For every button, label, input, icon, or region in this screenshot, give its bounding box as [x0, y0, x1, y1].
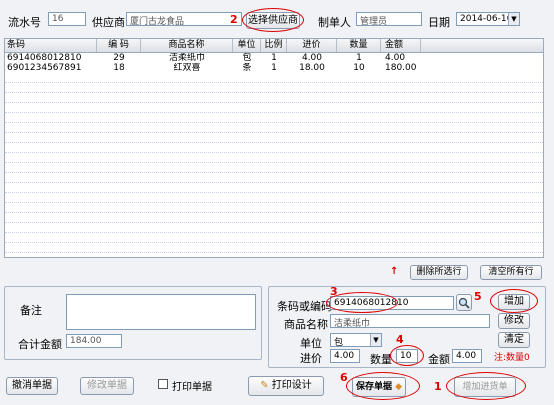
cell-price: 4.00: [301, 53, 323, 63]
clear-item-button[interactable]: 清定: [498, 332, 530, 348]
annotation-ring-1: [446, 372, 526, 400]
empty-row: [5, 103, 543, 113]
empty-row: [5, 153, 543, 163]
empty-row: [5, 173, 543, 183]
barcode-label: 条码或编码: [277, 300, 332, 313]
annotation-ring-5: [490, 289, 538, 313]
cell-ratio: 1: [271, 63, 277, 73]
cell-name: 洁柔纸巾: [168, 53, 205, 63]
remark-textarea[interactable]: [66, 294, 256, 330]
cell-ratio: 1: [271, 53, 277, 63]
empty-row: [5, 123, 543, 133]
annotation-5: 5: [474, 290, 482, 303]
maker-label: 制单人: [318, 16, 351, 29]
empty-rows: [5, 73, 543, 253]
empty-row: [5, 83, 543, 93]
empty-row: [5, 113, 543, 123]
print-document-label: 打印单据: [172, 382, 212, 393]
cell-name: 红双喜: [173, 63, 201, 73]
cell-code: 18: [113, 63, 125, 73]
cell-qty: 10: [353, 63, 365, 73]
purchase-items-grid[interactable]: 条码 编 码 商品名称 单位 比例 进价 数量 金额 6914068012810…: [4, 38, 544, 258]
annotation-2: 2: [230, 13, 238, 26]
supplier-field[interactable]: 厦门古龙食品: [126, 12, 242, 26]
price-label: 进价: [300, 352, 322, 365]
remark-label: 备注: [20, 304, 42, 317]
unit-select[interactable]: 包 ▼: [330, 333, 382, 347]
amount-label: 金额: [428, 353, 450, 366]
empty-row: [5, 93, 543, 103]
col-header-amount[interactable]: 金额: [381, 39, 421, 52]
clear-all-rows-button[interactable]: 清空所有行: [480, 265, 542, 280]
chevron-down-icon[interactable]: ▼: [370, 334, 381, 346]
amount-input[interactable]: 4.00: [452, 349, 482, 363]
cell-unit: 包: [242, 53, 252, 63]
annotation-ring-6: [346, 372, 420, 400]
quantity-label: 数量: [370, 353, 392, 366]
col-header-code[interactable]: 编 码: [97, 39, 141, 52]
annotation-ring-3: [326, 292, 398, 313]
empty-row: [5, 233, 543, 243]
cell-code: 29: [113, 53, 125, 63]
modify-item-button[interactable]: 修改: [498, 313, 530, 329]
annotation-4: 4: [396, 333, 404, 346]
empty-row: [5, 243, 543, 253]
empty-row: [5, 183, 543, 193]
search-icon[interactable]: [456, 294, 472, 311]
col-header-name[interactable]: 商品名称: [141, 39, 233, 52]
empty-row: [5, 73, 543, 83]
grid-header: 条码 编 码 商品名称 单位 比例 进价 数量 金额: [5, 39, 543, 53]
unit-label: 单位: [300, 337, 322, 350]
total-amount-field: 184.00: [66, 334, 122, 348]
unit-value: 包: [334, 338, 344, 347]
cell-qty: 1: [356, 53, 362, 63]
col-header-ratio[interactable]: 比例: [261, 39, 287, 52]
empty-row: [5, 163, 543, 173]
total-amount-label: 合计金额: [18, 338, 62, 351]
serial-number-field[interactable]: 16: [48, 12, 86, 26]
empty-row: [5, 193, 543, 203]
date-value: 2014-06-16: [460, 14, 513, 24]
date-field[interactable]: 2014-06-16 ▼: [456, 12, 520, 26]
quantity-note: 注:数量0: [494, 353, 530, 363]
print-design-button[interactable]: ✎ 打印设计: [248, 376, 324, 396]
pencil-icon: ✎: [260, 380, 269, 391]
col-header-unit[interactable]: 单位: [233, 39, 261, 52]
empty-row: [5, 223, 543, 233]
maker-field[interactable]: 管理员: [356, 12, 422, 26]
annotation-ring-2: [242, 8, 304, 32]
cell-amount: 4.00: [385, 53, 406, 63]
annotation-ring-4: [390, 345, 424, 366]
col-header-barcode[interactable]: 条码: [5, 39, 97, 52]
col-header-price[interactable]: 进价: [287, 39, 337, 52]
print-design-label: 打印设计: [271, 380, 312, 391]
empty-row: [5, 203, 543, 213]
chevron-down-icon[interactable]: ▼: [508, 13, 519, 25]
empty-row: [5, 143, 543, 153]
cancel-document-button[interactable]: 撤消单据: [6, 377, 58, 395]
cell-amount: 180.00: [385, 63, 417, 73]
date-label: 日期: [428, 16, 450, 29]
cell-price: 18.00: [299, 63, 325, 73]
print-document-checkbox[interactable]: [158, 379, 168, 389]
cell-barcode: 6914068012810: [7, 53, 82, 63]
product-name-label: 商品名称: [284, 318, 328, 331]
modify-document-button[interactable]: 修改单据: [80, 377, 134, 395]
table-row[interactable]: 6901234567891 18 红双喜 条 1 18.00 10 180.00: [5, 63, 543, 73]
delete-selected-rows-button[interactable]: 删除所选行: [410, 265, 468, 280]
col-header-qty[interactable]: 数量: [337, 39, 381, 52]
supplier-label: 供应商: [92, 16, 125, 29]
price-input[interactable]: 4.00: [330, 349, 360, 363]
annotation-1: 1: [434, 380, 442, 393]
serial-label: 流水号: [8, 16, 41, 29]
table-row[interactable]: 6914068012810 29 洁柔纸巾 包 1 4.00 1 4.00: [5, 53, 543, 63]
cell-barcode: 6901234567891: [7, 63, 82, 73]
empty-row: [5, 133, 543, 143]
product-name-field[interactable]: 洁柔纸巾: [330, 314, 490, 328]
annotation-arrow: ↑: [390, 266, 399, 277]
empty-row: [5, 213, 543, 223]
cell-unit: 条: [242, 63, 252, 73]
